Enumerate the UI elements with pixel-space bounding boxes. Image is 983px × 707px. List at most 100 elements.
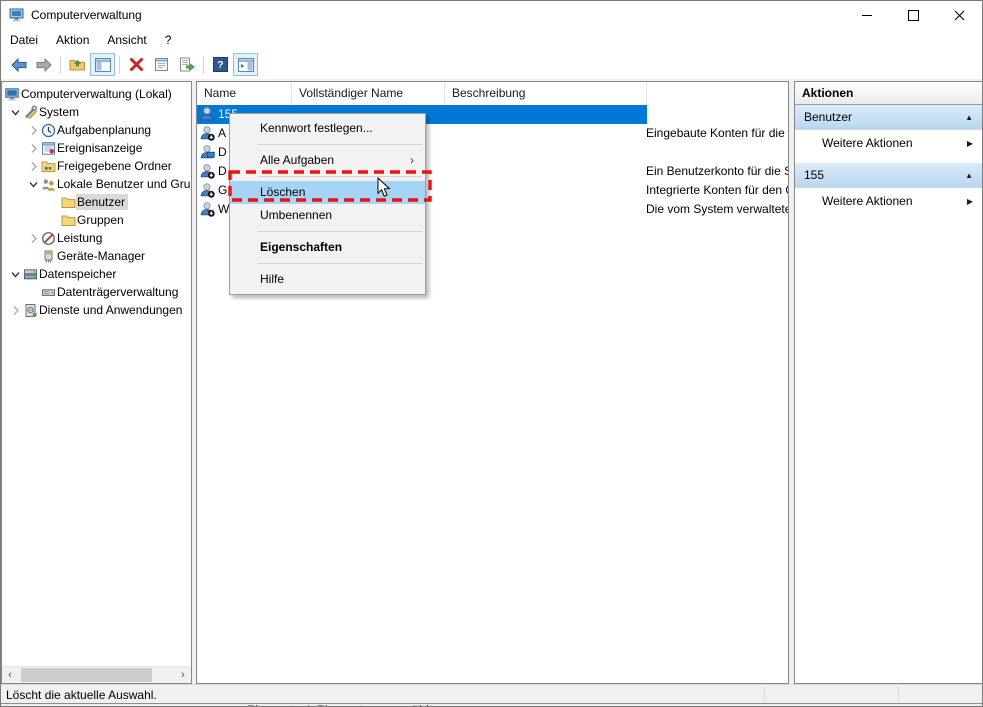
menu-item-loeschen[interactable]: Löschen [230, 181, 425, 204]
column-header-vollstaendiger-name[interactable]: Vollständiger Name [292, 82, 445, 105]
export-list-icon [179, 57, 195, 72]
actions-section-label: 155 [804, 168, 825, 182]
clock-icon [41, 123, 56, 137]
tree-item-aufgabenplanung[interactable]: Aufgabenplanung [2, 121, 191, 139]
minimize-button[interactable] [844, 1, 890, 29]
toolbar-separator [119, 55, 120, 74]
chevron-right-icon[interactable] [7, 302, 23, 318]
menu-item-kennwort-festlegen[interactable]: Kennwort festlegen... [230, 117, 425, 140]
column-header-beschreibung[interactable]: Beschreibung [445, 82, 647, 105]
user-name: W [218, 202, 230, 216]
user-disabled-icon [200, 183, 215, 198]
user-icon [200, 107, 214, 121]
user-description: Ein Benutzerkonto für die System... [646, 164, 788, 178]
collapse-arrow-icon[interactable]: ▲ [965, 113, 973, 122]
tree-item-leistung[interactable]: Leistung [2, 229, 191, 247]
export-list-button[interactable] [174, 53, 199, 76]
chevron-down-icon[interactable] [7, 266, 23, 282]
actions-item-weitere-aktionen-155[interactable]: Weitere Aktionen ▶ [795, 188, 982, 214]
chevron-right-icon[interactable] [25, 122, 41, 138]
tree-item-geraete-manager[interactable]: Geräte-Manager [2, 247, 191, 265]
actions-item-label: Weitere Aktionen [822, 194, 913, 208]
tree-item-computerverwaltung-lokal[interactable]: Computerverwaltung (Lokal) [2, 85, 191, 103]
scrollbar-thumb[interactable] [21, 668, 152, 682]
tree-item-label: Lokale Benutzer und Gruppen [57, 177, 191, 191]
user-description: Integrierte Konten für den Gastzu... [646, 183, 788, 197]
tree-item-datenspeicher[interactable]: Datenspeicher [2, 265, 191, 283]
background-window-sliver: Elemente 1 Element ausgewählt [1, 703, 982, 706]
console-tree-pane: Computerverwaltung (Lokal) System Aufgab… [1, 81, 192, 684]
properties-button[interactable] [149, 53, 174, 76]
performance-icon [42, 231, 55, 245]
actions-section-155-header[interactable]: 155 ▲ [795, 163, 982, 188]
help-button[interactable]: ? [208, 53, 233, 76]
menu-item-label: Alle Aufgaben [260, 153, 335, 167]
column-header-name[interactable]: Name [197, 82, 292, 105]
actions-pane-title: Aktionen [795, 82, 982, 105]
tree-item-label: Computerverwaltung (Lokal) [21, 87, 172, 101]
back-button[interactable] [6, 53, 31, 76]
storage-icon [24, 268, 37, 279]
help-icon: ? [213, 57, 228, 72]
tree-item-benutzer[interactable]: Benutzer [2, 193, 191, 211]
folder-icon [61, 215, 76, 226]
menu-separator [258, 176, 422, 177]
tree-item-label: Ereignisanzeige [57, 141, 143, 155]
tree-item-dienste-und-anwendungen[interactable]: Dienste und Anwendungen [2, 301, 191, 319]
shared-folder-icon [41, 161, 56, 172]
more-actions-arrow-icon: ▶ [966, 138, 973, 148]
menu-aktion[interactable]: Aktion [56, 31, 99, 49]
tree-item-lokale-benutzer-und-gruppen[interactable]: Lokale Benutzer und Gruppen [2, 175, 191, 193]
menu-bar: Datei Aktion Ansicht ? [1, 29, 982, 50]
chevron-down-icon[interactable] [7, 104, 23, 120]
show-hide-action-pane-button[interactable] [233, 53, 258, 76]
maximize-button[interactable] [890, 1, 936, 29]
chevron-none [25, 284, 41, 300]
disk-icon [42, 288, 55, 296]
delete-button[interactable] [124, 53, 149, 76]
tree-item-label: Dienste und Anwendungen [39, 303, 183, 317]
chevron-right-icon[interactable] [25, 230, 41, 246]
title-bar: Computerverwaltung [1, 1, 982, 29]
tree-item-label: Freigegebene Ordner [57, 159, 172, 173]
tree-item-freigegebene-ordner[interactable]: Freigegebene Ordner [2, 157, 191, 175]
user-name: G [218, 183, 228, 197]
actions-item-weitere-aktionen-benutzer[interactable]: Weitere Aktionen ▶ [795, 130, 982, 156]
tree-item-label: Datenspeicher [39, 267, 117, 281]
tree-item-datentraegerverwaltung[interactable]: Datenträgerverwaltung [2, 283, 191, 301]
show-hide-console-tree-button[interactable] [90, 53, 115, 76]
tree-item-ereignisanzeige[interactable]: Ereignisanzeige [2, 139, 191, 157]
actions-section-benutzer-header[interactable]: Benutzer ▲ [795, 105, 982, 130]
up-level-button[interactable] [65, 53, 90, 76]
close-icon [954, 10, 964, 20]
forward-button[interactable] [31, 53, 56, 76]
close-button[interactable] [936, 1, 982, 29]
menu-item-umbenennen[interactable]: Umbenennen [230, 204, 425, 227]
scroll-left-arrow-icon[interactable]: ‹ [2, 667, 18, 682]
menu-ansicht[interactable]: Ansicht [107, 31, 156, 49]
menu-item-hilfe[interactable]: Hilfe [230, 268, 425, 291]
maximize-icon [907, 9, 919, 21]
chevron-down-icon[interactable] [25, 176, 41, 192]
menu-datei[interactable]: Datei [10, 31, 48, 49]
tree-item-system[interactable]: System [2, 103, 191, 121]
computer-management-window: Computerverwaltung Datei Aktion Ansicht … [0, 0, 983, 707]
chevron-right-icon[interactable] [25, 140, 41, 156]
services-icon [25, 303, 37, 317]
menu-item-alle-aufgaben[interactable]: Alle Aufgaben › [230, 149, 425, 172]
menu-item-eigenschaften[interactable]: Eigenschaften [230, 236, 425, 259]
tree-horizontal-scrollbar[interactable]: ‹ › [2, 666, 191, 683]
collapse-arrow-icon[interactable]: ▲ [965, 171, 973, 180]
scroll-right-arrow-icon[interactable]: › [175, 667, 191, 682]
menu-hilfe[interactable]: ? [165, 31, 182, 49]
action-pane-panel-icon [237, 57, 254, 72]
forward-arrow-icon [36, 57, 52, 72]
submenu-arrow-icon: › [410, 153, 414, 167]
toolbar-separator [60, 55, 61, 74]
user-name: D [218, 164, 227, 178]
main-area: Computerverwaltung (Lokal) System Aufgab… [1, 79, 982, 684]
user-name: D [218, 145, 227, 159]
tools-icon [25, 104, 38, 119]
chevron-right-icon[interactable] [25, 158, 41, 174]
tree-item-gruppen[interactable]: Gruppen [2, 211, 191, 229]
